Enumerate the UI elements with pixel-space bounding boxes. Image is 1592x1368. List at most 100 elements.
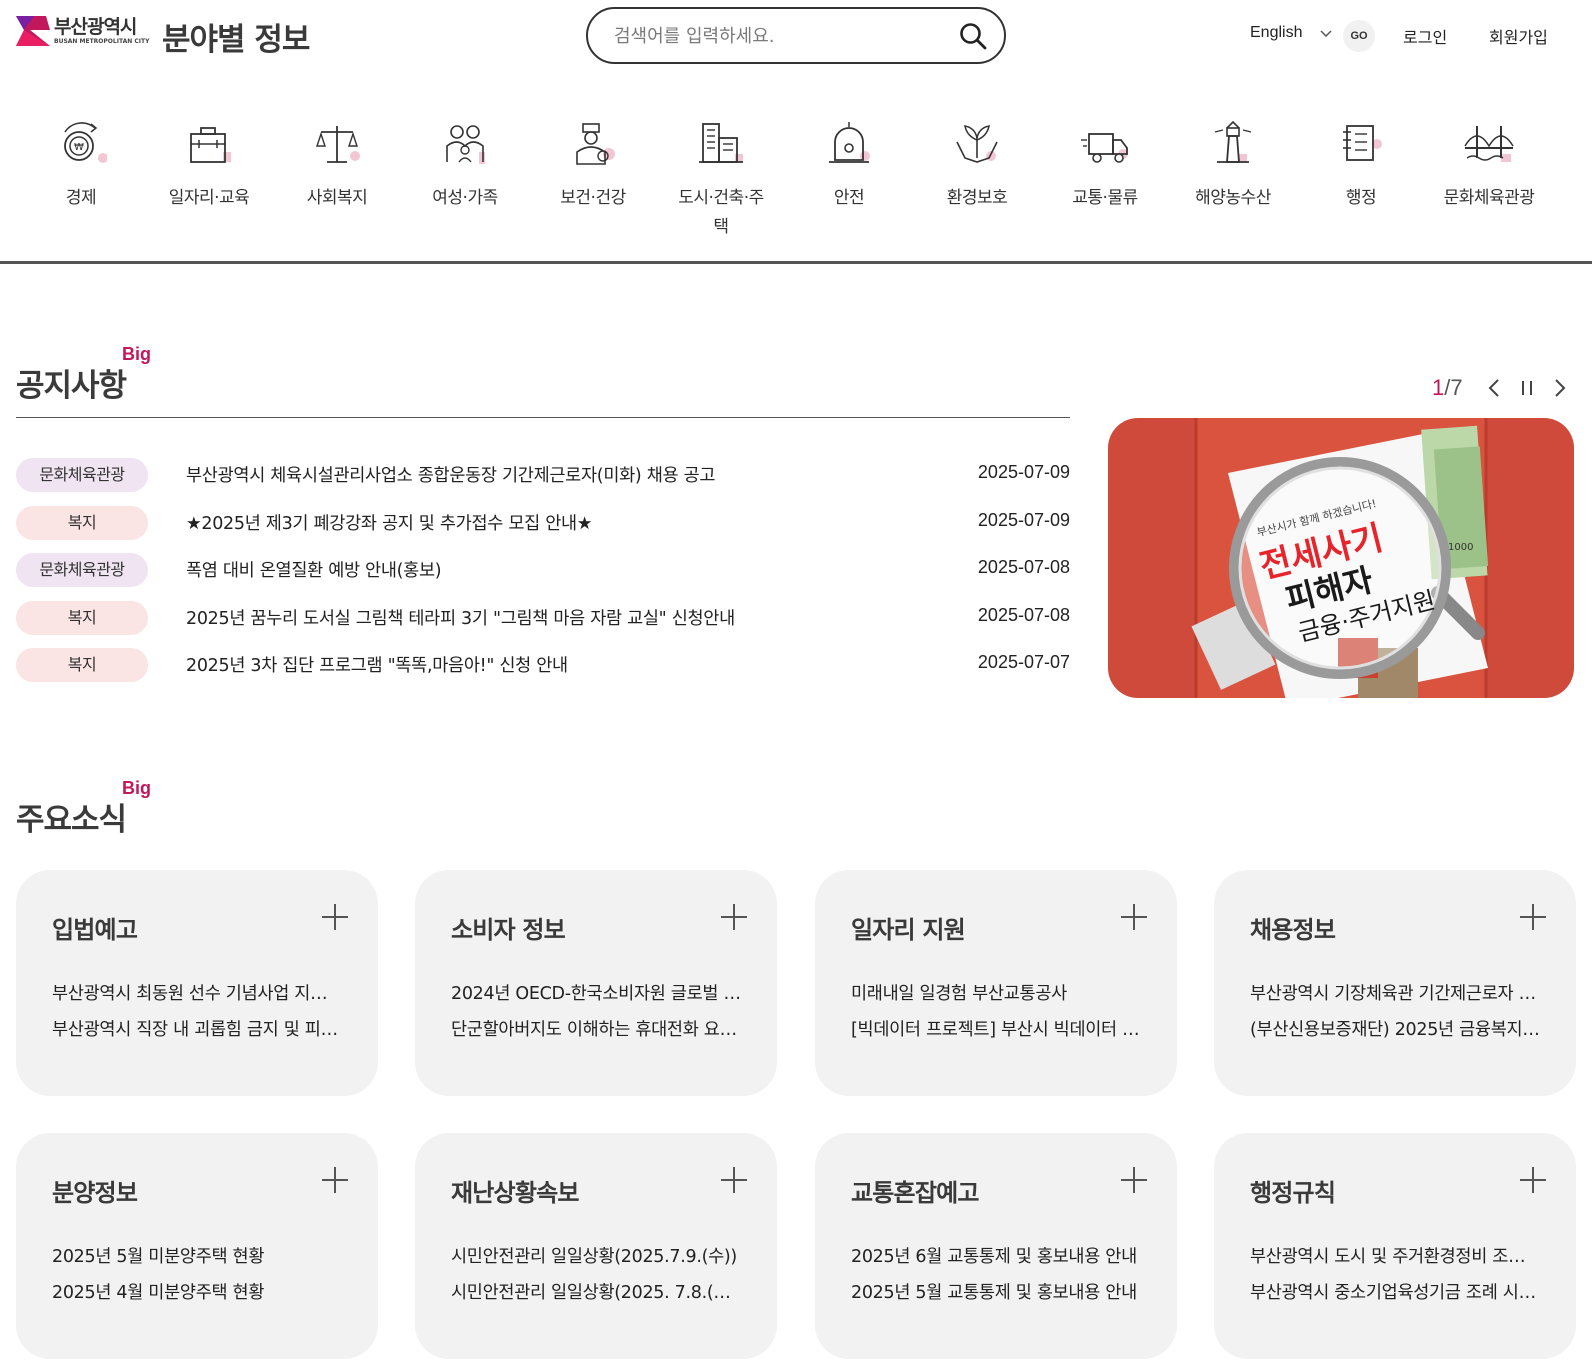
category-safety[interactable]: 안전 (784, 118, 914, 213)
chevron-left-icon[interactable] (1484, 377, 1506, 399)
busan-logo[interactable]: 부산광역시 BUSAN METROPOLITAN CITY (16, 14, 149, 48)
language-select[interactable]: English (1250, 24, 1302, 42)
category-urban-housing[interactable]: 도시·건축·주택 (656, 118, 786, 242)
notice-row[interactable]: 문화체육관광 부산광역시 체육시설관리사업소 종합운동장 기간제근로자(미화) … (16, 456, 1070, 504)
plus-icon[interactable] (719, 902, 749, 932)
category-label: 교통·물류 (1072, 188, 1138, 208)
category-welfare[interactable]: 사회복지 (272, 118, 402, 213)
siren-icon (829, 122, 870, 163)
notice-category-badge: 복지 (16, 505, 148, 540)
card-title[interactable]: 분양정보 (52, 1173, 138, 1208)
join-link[interactable]: 회원가입 (1489, 24, 1548, 48)
busan-logo-icon (16, 16, 50, 46)
plus-icon[interactable] (1518, 902, 1548, 932)
card-title[interactable]: 채용정보 (1250, 910, 1336, 945)
card-item-link[interactable]: 2025년 4월 미분양주택 현황 (52, 1279, 342, 1304)
card-title[interactable]: 교통혼잡예고 (851, 1173, 979, 1208)
category-women-family[interactable]: 여성·가족 (400, 118, 530, 213)
pager-current: 1 (1432, 375, 1445, 400)
card-item-link[interactable]: 2025년 6월 교통통제 및 홍보내용 안내 (851, 1243, 1141, 1268)
scale-icon (316, 126, 360, 163)
notice-row[interactable]: 문화체육관광 폭염 대비 온열질환 예방 안내(홍보) 2025-07-08 (16, 551, 1070, 599)
notice-title-link[interactable]: 2025년 3차 집단 프로그램 "똑똑,마음아!" 신청 안내 (186, 652, 568, 677)
notice-title-link[interactable]: 폭염 대비 온열질환 예방 안내(홍보) (186, 557, 442, 582)
card-item-link[interactable]: 2025년 5월 미분양주택 현황 (52, 1243, 342, 1268)
card-title[interactable]: 행정규칙 (1250, 1173, 1336, 1208)
notices-big-badge: Big (122, 344, 151, 364)
plus-icon[interactable] (320, 902, 350, 932)
category-nav: ₩ 경제 일자리·교육 사회복지 여성·가족 보건·건강 도시·건축·주택 안전… (16, 118, 1576, 258)
chevron-right-icon[interactable] (1548, 377, 1570, 399)
card-item-link[interactable]: 2025년 5월 교통통제 및 홍보내용 안내 (851, 1279, 1141, 1304)
card-item-link[interactable]: [빅데이터 프로젝트] 부산시 빅데이터 분석 과정 (851, 1016, 1141, 1041)
notice-row[interactable]: 복지 2025년 꿈누리 도서실 그림책 테라피 3기 "그림책 마음 자람 교… (16, 599, 1070, 647)
notice-date: 2025-07-07 (977, 652, 1070, 672)
card-item-link[interactable]: (부산신용보증재단) 2025년 금융복지상담사 채용 (1250, 1016, 1540, 1041)
search-icon[interactable] (958, 21, 988, 51)
notice-row[interactable]: 복지 2025년 3차 집단 프로그램 "똑똑,마음아!" 신청 안내 2025… (16, 646, 1070, 694)
category-label: 행정 (1345, 188, 1377, 208)
card-title[interactable]: 재난상황속보 (451, 1173, 579, 1208)
category-health[interactable]: 보건·건강 (528, 118, 658, 213)
card-item-link[interactable]: 2024년 OECD-한국소비자원 글로벌 제품안전 캠페인 (451, 980, 741, 1005)
plus-icon[interactable] (1119, 902, 1149, 932)
plus-icon[interactable] (320, 1165, 350, 1195)
card-item-link[interactable]: 단군할아버지도 이해하는 휴대전화 요금제 (451, 1016, 741, 1041)
pager-total: /7 (1444, 375, 1463, 400)
language-go-button[interactable]: GO (1343, 20, 1375, 52)
login-link[interactable]: 로그인 (1403, 24, 1447, 48)
banner-pager: 1/7 (1432, 375, 1463, 401)
plus-icon[interactable] (719, 1165, 749, 1195)
notice-title-link[interactable]: ★2025년 제3기 폐강강좌 공지 및 추가접수 모집 안내★ (186, 510, 592, 535)
promo-banner-image: 1000 부산시가 함께 하겠습니다! 전세사기 피해자 금융·주거지원 (1108, 418, 1574, 698)
category-environment[interactable]: 환경보호 (912, 118, 1042, 213)
category-label: 안전 (833, 188, 865, 208)
plus-icon[interactable] (1119, 1165, 1149, 1195)
notice-date: 2025-07-09 (977, 462, 1070, 482)
notice-title-link[interactable]: 부산광역시 체육시설관리사업소 종합운동장 기간제근로자(미화) 채용 공고 (186, 462, 715, 487)
category-economy[interactable]: ₩ 경제 (16, 118, 146, 213)
category-culture-sports-tourism[interactable]: 문화체육관광 (1424, 118, 1554, 213)
news-card-traffic: 교통혼잡예고 2025년 6월 교통통제 및 홍보내용 안내 2025년 5월 … (815, 1133, 1177, 1359)
card-item-link[interactable]: 부산광역시 중소기업육성기금 조례 시행규칙 (1250, 1279, 1540, 1304)
doctor-icon (576, 123, 615, 165)
card-item-link[interactable]: 부산광역시 직장 내 괴롭힘 금지 및 피해자 보호 조례 (52, 1016, 342, 1041)
card-title[interactable]: 일자리 지원 (851, 910, 966, 945)
notice-title-link[interactable]: 2025년 꿈누리 도서실 그림책 테라피 3기 "그림책 마음 자람 교실" … (186, 605, 735, 630)
news-card-job-support: 일자리 지원 미래내일 일경험 부산교통공사 [빅데이터 프로젝트] 부산시 빅… (815, 870, 1177, 1096)
lighthouse-icon (1214, 120, 1252, 163)
promo-banner[interactable]: 1000 부산시가 함께 하겠습니다! 전세사기 피해자 금융·주거지원 (1108, 418, 1574, 698)
card-item-link[interactable]: 시민안전관리 일일상황(2025. 7.8.(화)) (451, 1279, 741, 1304)
card-title[interactable]: 소비자 정보 (451, 910, 566, 945)
search-input[interactable] (614, 21, 934, 51)
category-transport[interactable]: 교통·물류 (1040, 118, 1170, 213)
card-item-link[interactable]: 시민안전관리 일일상황(2025.7.9.(수)) (451, 1243, 741, 1268)
category-label: 사회복지 (306, 188, 368, 208)
card-item-link[interactable]: 부산광역시 최동원 선수 기념사업 지원 조례 일부개정조례안 입법예고 (52, 980, 342, 1005)
plant-hand-icon (956, 125, 998, 163)
category-marine-agriculture[interactable]: 해양농수산 (1168, 118, 1298, 213)
notice-category-badge: 문화체육관광 (16, 553, 148, 587)
search-box (586, 7, 1006, 64)
news-card-admin-rules: 행정규칙 부산광역시 도시 및 주거환경정비 조례 시행규칙 부산광역시 중소기… (1214, 1133, 1576, 1359)
plus-icon[interactable] (1518, 1165, 1548, 1195)
notice-date: 2025-07-08 (977, 604, 1070, 625)
news-card-legislation: 입법예고 부산광역시 최동원 선수 기념사업 지원 조례 일부개정조례안 입법예… (16, 870, 378, 1096)
chevron-down-icon[interactable] (1320, 28, 1332, 40)
card-title[interactable]: 입법예고 (52, 910, 138, 945)
coin-icon: ₩ (64, 122, 107, 163)
notice-row[interactable]: 복지 ★2025년 제3기 폐강강좌 공지 및 추가접수 모집 안내★ 2025… (16, 504, 1070, 552)
card-item-link[interactable]: 미래내일 일경험 부산교통공사 (851, 980, 1141, 1005)
notice-category-badge: 문화체육관광 (16, 458, 148, 492)
notice-date: 2025-07-08 (977, 557, 1070, 577)
building-icon (699, 123, 743, 163)
pause-icon[interactable] (1516, 377, 1538, 399)
card-item-link[interactable]: 부산광역시 기장체육관 기간제근로자 채용 공고 (1250, 980, 1540, 1005)
family-icon (446, 125, 485, 164)
card-item-link[interactable]: 부산광역시 도시 및 주거환경정비 조례 시행규칙 (1250, 1243, 1540, 1268)
category-label: 일자리·교육 (168, 188, 250, 208)
category-label: 도시·건축·주택 (678, 188, 764, 237)
category-administration[interactable]: 행정 (1296, 118, 1426, 213)
news-big-badge: Big (122, 778, 151, 798)
category-jobs-education[interactable]: 일자리·교육 (144, 118, 274, 213)
